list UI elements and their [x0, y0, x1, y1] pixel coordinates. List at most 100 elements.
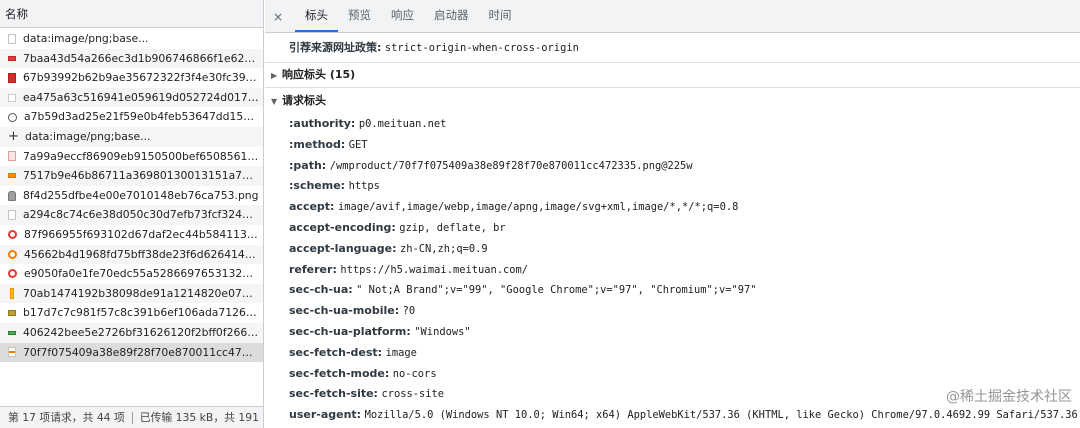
request-name: 67b93992b62b9ae35672322f3f4e30fc391107..…: [23, 71, 263, 85]
request-row[interactable]: + data:image/png;base...: [0, 126, 263, 147]
header-value: gzip, deflate, br: [399, 221, 506, 234]
referrer-policy-value: strict-origin-when-cross-origin: [384, 42, 579, 54]
header-key: :scheme:: [289, 179, 346, 193]
header-key: sec-fetch-mode:: [289, 366, 390, 380]
header-key: sec-fetch-site:: [289, 387, 378, 401]
plus-image-icon: +: [8, 128, 19, 144]
red-ring-image-icon: [8, 230, 17, 240]
request-name: 70ab1474192b38098de91a1214820e07612.png: [23, 286, 263, 300]
request-header-row: accept: image/avif,image/webp,image/apng…: [265, 197, 1080, 218]
request-name: 70f7f075409a38e89f28f70e870011cc472335.p…: [23, 345, 263, 359]
close-icon[interactable]: ×: [271, 4, 285, 34]
tab-preview[interactable]: 预览: [338, 2, 381, 32]
header-value: "Windows": [414, 325, 471, 338]
header-value: " Not;A Brand";v="99", "Google Chrome";v…: [356, 284, 757, 297]
request-row[interactable]: 7517b9e46b86711a36980130013151a74033.j..…: [0, 166, 263, 186]
request-row[interactable]: 67b93992b62b9ae35672322f3f4e30fc391107..…: [0, 68, 263, 88]
request-name: 7517b9e46b86711a36980130013151a74033.j..…: [23, 169, 263, 183]
request-header-row: sec-ch-ua: " Not;A Brand";v="99", "Googl…: [265, 280, 1080, 301]
tab-timing[interactable]: 时间: [479, 2, 522, 32]
header-value: https: [348, 180, 380, 193]
request-row[interactable]: 406242bee5e2726bf31626120f2bff0f2660.pn.…: [0, 322, 263, 343]
request-row[interactable]: ea475a63c516941e059619d052724d01746.png: [0, 87, 263, 108]
header-key: user-agent:: [289, 408, 362, 422]
tab-initiator[interactable]: 启动器: [424, 2, 479, 32]
watermark: @稀土掘金技术社区: [946, 389, 1072, 405]
request-header-row: sec-ch-ua-platform: "Windows": [265, 322, 1080, 343]
green-image-icon: [8, 330, 16, 335]
header-value: cross-site: [381, 388, 445, 401]
gray-bag-image-icon: [8, 190, 16, 201]
expand-arrow-icon: ▶: [271, 71, 278, 80]
request-list: data:image/png;base... 7baa43d54a266ec3d1…: [0, 29, 263, 363]
request-header-row: accept-language: zh-CN,zh;q=0.9: [265, 239, 1080, 260]
header-value: /wmproduct/70f7f075409a38e89f28f70e87001…: [329, 159, 693, 172]
request-name: a294c8c74c6e38d050c30d7efb73fcf32475.png: [23, 208, 263, 222]
request-header-row: accept-encoding: gzip, deflate, br: [265, 218, 1080, 239]
olive-image-icon: [8, 310, 16, 317]
header-key: sec-ch-ua:: [289, 283, 353, 297]
header-value: https://h5.waimai.meituan.com/: [340, 263, 529, 276]
request-name: data:image/png;base...: [23, 32, 149, 45]
header-value: image: [385, 346, 417, 359]
request-header-row: :authority: p0.meituan.net: [265, 114, 1080, 135]
response-headers-title: 响应标头 (15): [282, 68, 356, 81]
header-value: p0.meituan.net: [358, 118, 447, 130]
request-row[interactable]: a294c8c74c6e38d050c30d7efb73fcf32475.png: [0, 205, 263, 225]
request-header-row: :method: GET: [265, 135, 1080, 156]
header-key: :method:: [289, 137, 346, 151]
orange-ring-image-icon: [8, 249, 17, 259]
header-value: Mozilla/5.0 (Windows NT 10.0; Win64; x64…: [364, 409, 1078, 422]
request-header-row: user-agent: Mozilla/5.0 (Windows NT 10.0…: [265, 405, 1080, 426]
blank-file-icon: [8, 33, 16, 44]
header-value: image/avif,image/webp,image/apng,image/s…: [337, 201, 739, 214]
request-list-panel: 名称 data:image/png;base... 7baa43d54a266ec…: [0, 0, 264, 428]
request-row[interactable]: 87f966955f693102d67daf2ec44b58411361.png: [0, 225, 263, 245]
request-header-row: :scheme: https: [265, 176, 1080, 197]
request-details-panel: × 标头 预览 响应 启动器 时间 引荐来源网址政策: strict-origi…: [265, 0, 1080, 428]
name-column-header[interactable]: 名称: [0, 0, 263, 28]
header-key: sec-fetch-dest:: [289, 345, 383, 359]
request-row[interactable]: 45662b4d1968fd75bff38de23f6d62641421.png: [0, 244, 263, 265]
header-value: GET: [348, 138, 368, 151]
red-ring-image-icon: [8, 269, 17, 279]
request-headers-list: :authority: p0.meituan.net:method: GET:p…: [265, 114, 1080, 426]
response-headers-toggle[interactable]: ▶ 响应标头 (15): [265, 63, 1080, 88]
orange-image-icon: [8, 173, 16, 179]
red-square-image-icon: [8, 72, 16, 83]
tab-headers[interactable]: 标头: [295, 2, 338, 32]
request-name: e9050fa0e1fe70edc55a5286697653132048.png: [24, 267, 263, 281]
status-bar: 第 17 项请求，共 44 项 已传输 135 kB，共 191 k: [0, 406, 263, 428]
request-row[interactable]: 7a99a9eccf86909eb9150500bef65085617.png: [0, 147, 263, 167]
request-row[interactable]: data:image/png;base...: [0, 29, 263, 49]
request-name: 406242bee5e2726bf31626120f2bff0f2660.pn.…: [23, 325, 263, 339]
request-header-row: sec-fetch-mode: no-cors: [265, 364, 1080, 385]
header-value: no-cors: [392, 367, 437, 380]
yellow-image-icon: [10, 288, 14, 300]
headers-content: 引荐来源网址政策: strict-origin-when-cross-origi…: [265, 34, 1080, 428]
request-count-status: 第 17 项请求，共 44 项: [8, 411, 125, 424]
status-divider: [131, 412, 133, 424]
request-row[interactable]: 70ab1474192b38098de91a1214820e07612.png: [0, 283, 263, 304]
blank-file-icon: [8, 210, 16, 221]
request-name: ea475a63c516941e059619d052724d01746.png: [23, 90, 263, 104]
request-headers-title: 请求标头: [282, 94, 326, 107]
header-key: accept:: [289, 200, 335, 214]
request-name: 7baa43d54a266ec3d1b906746866f1e6283699..…: [23, 51, 263, 65]
request-row[interactable]: e9050fa0e1fe70edc55a5286697653132048.png: [0, 264, 263, 284]
header-key: :path:: [289, 158, 327, 172]
request-name: 7a99a9eccf86909eb9150500bef65085617.png: [23, 149, 263, 163]
request-row[interactable]: b17d7c7c981f57c8c391b6ef106ada712692.pn.…: [0, 303, 263, 323]
request-headers-toggle[interactable]: ▼ 请求标头: [265, 88, 1080, 114]
request-row[interactable]: a7b59d3ad25e21f59e0b4feb53647dd1517.p...: [0, 107, 263, 127]
request-row[interactable]: 70f7f075409a38e89f28f70e870011cc472335.p…: [0, 342, 263, 363]
tab-response[interactable]: 响应: [381, 2, 424, 32]
request-header-row: referer: https://h5.waimai.meituan.com/: [265, 260, 1080, 281]
magnifier-image-icon: [8, 112, 17, 122]
envelope-image-icon: [8, 93, 16, 102]
details-tab-bar: × 标头 预览 响应 启动器 时间: [265, 0, 1080, 33]
request-row[interactable]: 7baa43d54a266ec3d1b906746866f1e6283699..…: [0, 48, 263, 69]
request-row[interactable]: 8f4d255dfbe4e00e7010148eb76ca753.png: [0, 186, 263, 206]
request-name: 45662b4d1968fd75bff38de23f6d62641421.png: [24, 247, 263, 261]
request-header-row: sec-fetch-dest: image: [265, 343, 1080, 364]
